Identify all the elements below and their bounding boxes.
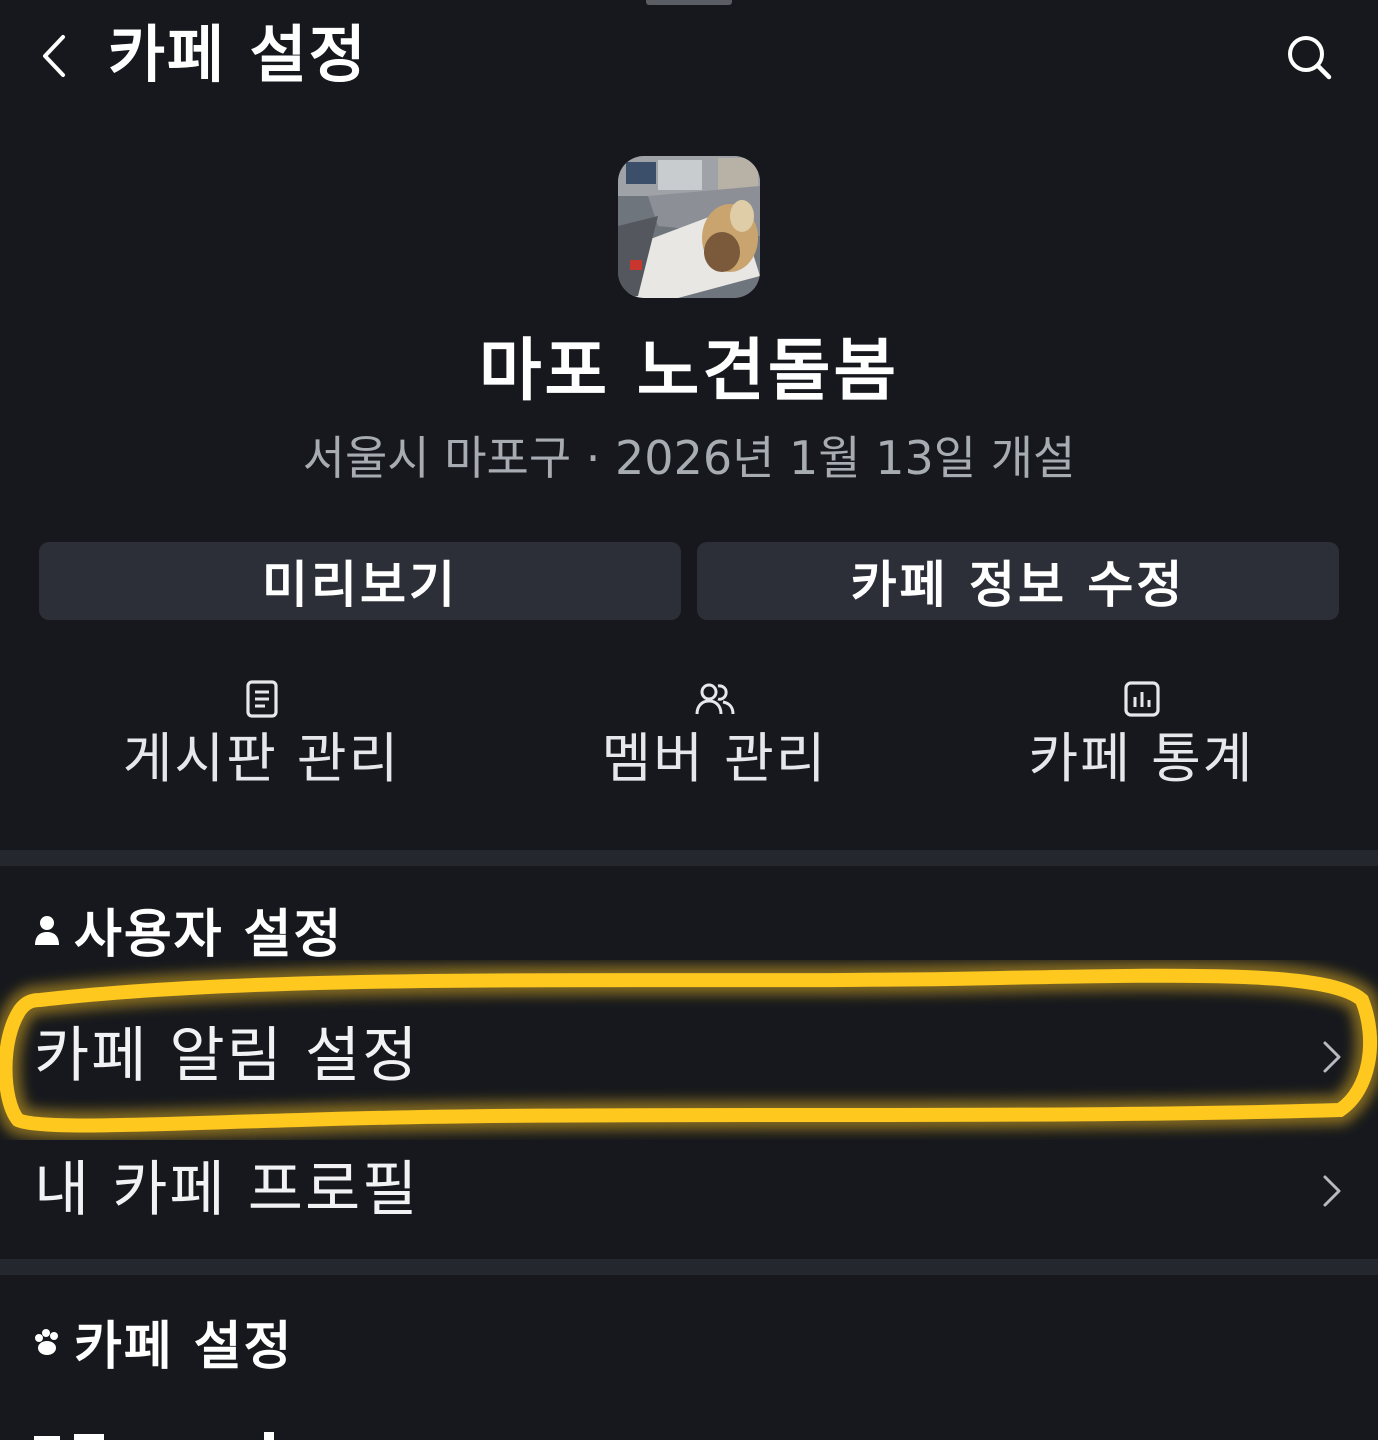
page-title: 카페 설정 [108, 18, 368, 91]
cafe-settings-title: 카페 설정 [74, 1317, 294, 1377]
search-icon [1288, 36, 1332, 80]
user-icon [32, 910, 62, 950]
cafe-stats-button[interactable]: 카페 통계 [912, 676, 1371, 806]
cafe-notification-settings-row[interactable]: 카페 알림 설정 [0, 996, 1378, 1116]
search-button[interactable] [1280, 28, 1338, 86]
user-settings-title: 사용자 설정 [74, 905, 344, 965]
preview-button[interactable]: 미리보기 [39, 542, 681, 620]
section-divider [0, 1259, 1378, 1275]
cafe-meta: 서울시 마포구 · 2026년 1월 13일 개설 [302, 431, 1076, 485]
chevron-right-icon [1323, 1041, 1341, 1073]
next-row-partial [34, 1432, 274, 1440]
back-button[interactable] [30, 28, 78, 84]
cafe-stats-label: 카페 통계 [1028, 727, 1255, 790]
cafe-photo-image [618, 156, 760, 298]
chart-icon [1121, 676, 1163, 722]
cafe-thumbnail[interactable] [618, 156, 760, 298]
edit-cafe-info-button[interactable]: 카페 정보 수정 [697, 542, 1339, 620]
cafe-name: 마포 노견돌봄 [478, 332, 900, 411]
member-manage-button[interactable]: 멤버 관리 [485, 676, 944, 806]
cafe-notification-settings-label: 카페 알림 설정 [34, 1021, 420, 1091]
members-icon [694, 676, 736, 722]
section-divider [0, 850, 1378, 866]
board-manage-label: 게시판 관리 [122, 727, 401, 790]
top-bar: 카페 설정 [0, 0, 1378, 110]
chevron-left-icon [43, 35, 65, 77]
cafe-settings-header: 카페 설정 [32, 1304, 293, 1379]
chevron-right-icon [1323, 1175, 1341, 1207]
document-icon [241, 676, 283, 722]
member-manage-label: 멤버 관리 [601, 727, 828, 790]
my-cafe-profile-label: 내 카페 프로필 [34, 1155, 420, 1225]
board-manage-button[interactable]: 게시판 관리 [32, 676, 491, 806]
my-cafe-profile-row[interactable]: 내 카페 프로필 [0, 1130, 1378, 1250]
paw-icon [32, 1322, 62, 1362]
user-settings-header: 사용자 설정 [32, 892, 343, 967]
